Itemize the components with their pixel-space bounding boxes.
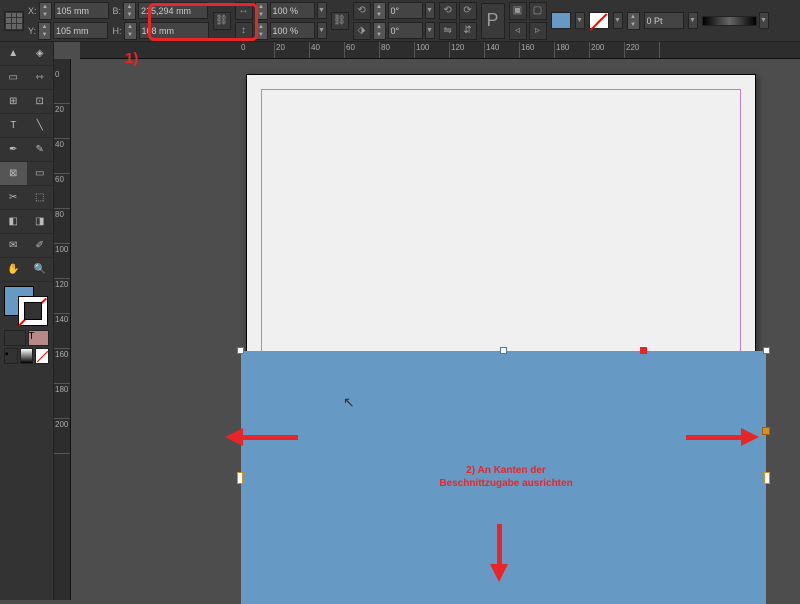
x-input[interactable] xyxy=(54,2,109,19)
stroke-weight-spinner[interactable]: ▲▼ xyxy=(627,12,640,30)
apply-none-button[interactable]: ▪ xyxy=(4,348,18,364)
gradient-feather-tool[interactable]: ◨ xyxy=(27,210,54,233)
fill-dropdown[interactable]: ▼ xyxy=(575,12,585,29)
w-spinner[interactable]: ▲▼ xyxy=(123,2,136,20)
gap-tool[interactable]: ⇿ xyxy=(27,66,54,89)
rotate-dropdown[interactable]: ▼ xyxy=(425,2,435,19)
gradient-swatch-tool[interactable]: ◧ xyxy=(0,210,27,233)
rotate-cw-button[interactable]: ⟳ xyxy=(459,2,477,20)
eyedropper-tool[interactable]: ✐ xyxy=(27,234,54,257)
canvas[interactable]: ↖ 2) An Kanten der Beschnittzugabe ausri… xyxy=(71,59,800,600)
stroke-weight-dropdown[interactable]: ▼ xyxy=(688,12,698,29)
selection-handle-nw[interactable] xyxy=(237,347,244,354)
stroke-style-swatch[interactable] xyxy=(702,16,757,26)
select-container-button[interactable]: ▣ xyxy=(509,2,527,20)
tools-panel: ▲◈ ▭⇿ ⊞⊡ T╲ ✒✎ ⊠▭ ✂⬚ ◧◨ ✉✐ ✋🔍 T ▪ xyxy=(0,42,54,600)
rotate-spinner[interactable]: ▲▼ xyxy=(373,2,386,20)
content-placer-tool[interactable]: ⊡ xyxy=(27,90,54,113)
selection-handle-n[interactable] xyxy=(500,347,507,354)
fill-stroke-color-box[interactable] xyxy=(4,286,48,326)
flip-v-button[interactable]: ⇵ xyxy=(459,22,477,40)
prev-obj-button[interactable]: ◃ xyxy=(509,22,527,40)
type-tool[interactable]: T xyxy=(0,114,27,137)
gradient-stop[interactable] xyxy=(762,427,770,435)
stroke-color-dropdown[interactable]: ▼ xyxy=(613,12,623,29)
apply-gradient-button[interactable] xyxy=(20,348,34,364)
rotate-ccw-button[interactable]: ⟲ xyxy=(439,2,457,20)
apply-color-button[interactable] xyxy=(4,330,26,346)
scale-y-dropdown[interactable]: ▼ xyxy=(317,22,327,39)
selection-handle-ne2[interactable] xyxy=(763,347,770,354)
annotation-2: 2) An Kanten der Beschnittzugabe ausrich… xyxy=(366,464,646,490)
horizontal-ruler[interactable]: 020406080100120140160180200220 xyxy=(80,42,800,59)
scale-y-spinner[interactable]: ▲▼ xyxy=(255,22,268,40)
rectangle-tool[interactable]: ▭ xyxy=(27,162,54,185)
paragraph-style-icon[interactable]: P xyxy=(481,3,505,39)
direct-selection-tool[interactable]: ◈ xyxy=(27,42,54,65)
stroke-swatch[interactable] xyxy=(589,12,609,29)
scale-x-icon: ↔ xyxy=(235,2,253,20)
link-dimensions-icon[interactable]: ⛓ xyxy=(213,12,231,30)
selection-tool[interactable]: ▲ xyxy=(0,42,27,65)
scale-y-icon: ↕ xyxy=(235,22,253,40)
line-tool[interactable]: ╲ xyxy=(27,114,54,137)
selection-handle-w[interactable] xyxy=(237,472,243,484)
rotate-input[interactable] xyxy=(388,2,423,19)
x-label: X: xyxy=(28,6,37,16)
apply-text-color-button[interactable]: T xyxy=(28,330,50,346)
next-obj-button[interactable]: ▹ xyxy=(529,22,547,40)
flip-h-button[interactable]: ⇋ xyxy=(439,22,457,40)
apply-no-color-button[interactable] xyxy=(35,348,49,364)
pen-tool[interactable]: ✒ xyxy=(0,138,27,161)
vertical-ruler[interactable]: 020406080100120140160180200 xyxy=(54,59,71,600)
selection-handle-e[interactable] xyxy=(764,472,770,484)
scale-x-dropdown[interactable]: ▼ xyxy=(317,2,327,19)
shear-spinner[interactable]: ▲▼ xyxy=(373,22,386,40)
h-spinner[interactable]: ▲▼ xyxy=(124,22,137,40)
shear-input[interactable] xyxy=(388,22,423,39)
y-label: Y: xyxy=(28,26,36,36)
w-input[interactable] xyxy=(138,2,208,19)
h-input[interactable] xyxy=(139,22,209,39)
fill-swatch[interactable] xyxy=(551,12,571,29)
page-tool[interactable]: ▭ xyxy=(0,66,27,89)
free-transform-tool[interactable]: ⬚ xyxy=(27,186,54,209)
rotate-icon: ⟲ xyxy=(353,2,371,20)
select-content-button[interactable]: ▢ xyxy=(529,2,547,20)
pencil-tool[interactable]: ✎ xyxy=(27,138,54,161)
shear-dropdown[interactable]: ▼ xyxy=(425,22,435,39)
scale-x-spinner[interactable]: ▲▼ xyxy=(255,2,268,20)
selection-handle-ne[interactable] xyxy=(640,347,647,354)
x-spinner[interactable]: ▲▼ xyxy=(39,2,52,20)
h-label: H: xyxy=(113,26,122,36)
w-label: B: xyxy=(113,6,122,16)
hand-tool[interactable]: ✋ xyxy=(0,258,27,281)
stroke-style-dropdown[interactable]: ▼ xyxy=(759,12,769,29)
cursor-indicator: ↖ xyxy=(343,394,355,411)
scale-y-input[interactable] xyxy=(270,22,315,39)
reference-point-grid[interactable] xyxy=(4,11,24,31)
scale-x-input[interactable] xyxy=(270,2,315,19)
y-input[interactable] xyxy=(53,22,108,39)
note-tool[interactable]: ✉ xyxy=(0,234,27,257)
rectangle-frame-tool[interactable]: ⊠ xyxy=(0,162,27,185)
zoom-tool[interactable]: 🔍 xyxy=(27,258,54,281)
content-collector-tool[interactable]: ⊞ xyxy=(0,90,27,113)
shear-icon: ⬗ xyxy=(353,22,371,40)
scissors-tool[interactable]: ✂ xyxy=(0,186,27,209)
stroke-weight-input[interactable] xyxy=(644,12,684,29)
annotation-1: 1) xyxy=(125,50,138,67)
y-spinner[interactable]: ▲▼ xyxy=(38,22,51,40)
link-scale-icon[interactable]: ⛓ xyxy=(331,12,349,30)
